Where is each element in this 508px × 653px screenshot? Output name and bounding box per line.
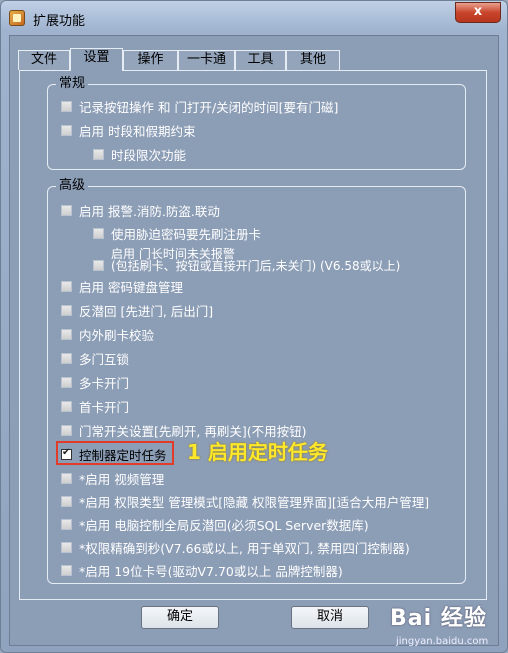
option-label: 使用胁迫密码要先刷注册卡 xyxy=(111,226,262,242)
checkbox[interactable] xyxy=(61,472,72,484)
option-label: *启用 19位卡号(驱动V7.70或以上 品牌控制器) xyxy=(79,563,343,579)
checkbox[interactable] xyxy=(61,304,72,316)
option-password-keypad[interactable]: 启用 密码键盘管理 xyxy=(61,277,183,295)
option-anti-passback[interactable]: 反潜回 [先进门, 后出门] xyxy=(61,301,213,319)
option-label: 启用 密码键盘管理 xyxy=(79,279,183,295)
option-label: 内外刷卡校验 xyxy=(79,327,155,343)
option-multi-card-open[interactable]: 多卡开门 xyxy=(61,373,129,391)
checkbox[interactable] xyxy=(61,564,72,576)
checkbox[interactable] xyxy=(61,100,72,112)
checkbox[interactable] xyxy=(61,495,72,507)
option-permission-to-seconds[interactable]: *权限精确到秒(V7.66或以上, 用于单双门, 禁用四门控制器) xyxy=(61,538,410,556)
ok-button[interactable]: 确定 xyxy=(141,606,219,629)
option-video-management[interactable]: *启用 视频管理 xyxy=(61,469,164,487)
option-label: 启用 时段和假期约束 xyxy=(79,123,196,139)
checkbox[interactable] xyxy=(61,204,72,216)
checkbox[interactable] xyxy=(61,518,72,530)
app-icon xyxy=(9,10,25,26)
tab-operation[interactable]: 操作 xyxy=(123,50,178,70)
checkbox[interactable] xyxy=(93,148,104,160)
general-group-title: 常规 xyxy=(56,76,89,92)
watermark-url: jingyan.baidu.com xyxy=(396,636,489,647)
window-title: 扩展功能 xyxy=(33,14,86,29)
option-label: *启用 视频管理 xyxy=(79,471,165,487)
advanced-group-title: 高级 xyxy=(56,178,89,194)
option-enable-alarm-fire-linkage[interactable]: 启用 报警.消防.防盗.联动 xyxy=(61,201,220,219)
baidu-watermark: Bai 经验 jingyan.baidu.com xyxy=(390,600,505,650)
option-duress-password[interactable]: 使用胁迫密码要先刷注册卡 xyxy=(93,224,261,242)
option-label: 多卡开门 xyxy=(79,375,130,391)
option-label: 记录按钮操作 和 门打开/关闭的时间[要有门磁] xyxy=(79,99,339,115)
option-19-digit-card[interactable]: *启用 19位卡号(驱动V7.70或以上 品牌控制器) xyxy=(61,561,343,579)
checkbox[interactable] xyxy=(61,376,72,388)
option-multi-door-interlock[interactable]: 多门互锁 xyxy=(61,349,129,367)
option-label: 时段限次功能 xyxy=(111,147,187,163)
checkbox[interactable] xyxy=(61,400,72,412)
checkbox[interactable] xyxy=(61,541,72,553)
option-label: 启用 报警.消防.防盗.联动 xyxy=(79,203,220,219)
watermark-logo: Bai 经验 xyxy=(390,606,487,631)
option-door-open-too-long-label: 启用 门长时间未关报警 (包括刷卡、按钮或直接开门后,未关门) (V6.58或以… xyxy=(111,248,400,272)
option-inside-outside-card-check[interactable]: 内外刷卡校验 xyxy=(61,325,154,343)
option-label: *启用 电脑控制全局反潜回(必须SQL Server数据库) xyxy=(79,517,369,533)
checkbox[interactable] xyxy=(61,352,72,364)
option-label: 多门互锁 xyxy=(79,351,130,367)
checkbox[interactable] xyxy=(93,259,104,271)
option-label: 首卡开门 xyxy=(79,399,130,415)
tab-file[interactable]: 文件 xyxy=(18,50,70,70)
option-door-open-too-long-alarm[interactable] xyxy=(93,256,111,274)
option-label: 反潜回 [先进门, 后出门] xyxy=(79,303,214,319)
checkbox[interactable] xyxy=(61,328,72,340)
option-label: *启用 权限类型 管理模式[隐藏 权限管理界面][适合大用户管理] xyxy=(79,494,430,510)
checkbox[interactable] xyxy=(61,280,72,292)
option-global-anti-passback[interactable]: *启用 电脑控制全局反潜回(必须SQL Server数据库) xyxy=(61,515,369,533)
highlight-box xyxy=(56,441,174,465)
option-enable-time-holiday-constraint[interactable]: 启用 时段和假期约束 xyxy=(61,121,195,139)
option-permission-type-mode[interactable]: *启用 权限类型 管理模式[隐藏 权限管理界面][适合大用户管理] xyxy=(61,492,429,510)
cancel-button[interactable]: 取消 xyxy=(291,606,369,629)
checkbox[interactable] xyxy=(61,424,72,436)
tab-one-card[interactable]: 一卡通 xyxy=(178,50,235,70)
option-first-card-open[interactable]: 首卡开门 xyxy=(61,397,129,415)
tab-other[interactable]: 其他 xyxy=(286,50,340,70)
option-record-button-door-time[interactable]: 记录按钮操作 和 门打开/关闭的时间[要有门磁] xyxy=(61,97,338,115)
option-sublabel: (包括刷卡、按钮或直接开门后,未关门) (V6.58或以上) xyxy=(111,259,401,273)
checkbox[interactable] xyxy=(93,227,104,239)
option-label: *权限精确到秒(V7.66或以上, 用于单双门, 禁用四门控制器) xyxy=(79,540,410,556)
tab-tools[interactable]: 工具 xyxy=(235,50,286,70)
annotation-step-1: 1 启用定时任务 xyxy=(187,440,328,464)
tab-settings[interactable]: 设置 xyxy=(70,48,123,71)
title-bar: 扩展功能 x xyxy=(1,1,507,35)
close-button[interactable]: x xyxy=(455,2,501,23)
option-time-limit-count[interactable]: 时段限次功能 xyxy=(93,145,186,163)
checkbox[interactable] xyxy=(61,124,72,136)
